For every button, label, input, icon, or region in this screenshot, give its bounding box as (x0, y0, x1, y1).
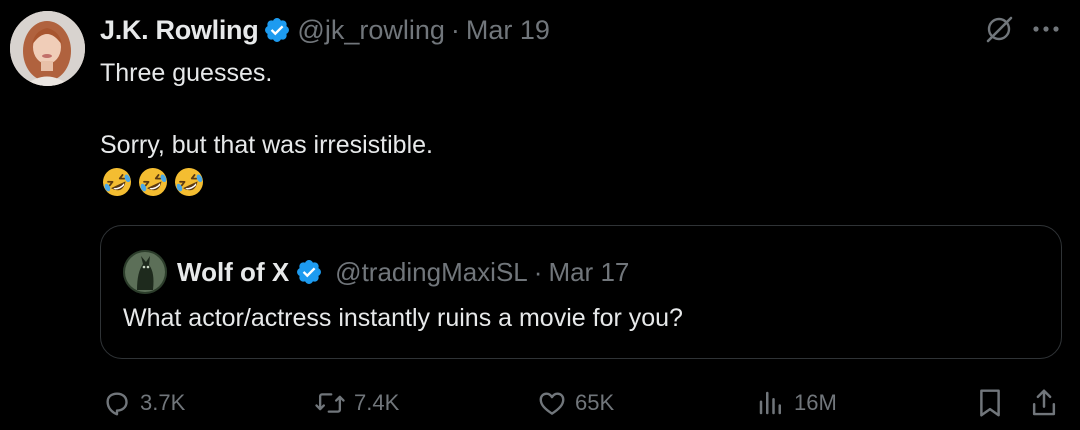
verified-badge-icon (297, 260, 322, 284)
tweet-text-line: Three guesses. (100, 59, 273, 87)
repost-button[interactable]: 7.4K (314, 387, 399, 419)
quoted-header-separator: · (533, 256, 543, 287)
reply-button[interactable]: 3.7K (102, 387, 185, 419)
quoted-tweet-date: Mar 17 (548, 256, 630, 287)
like-button[interactable]: 65K (537, 387, 614, 419)
like-count: 65K (575, 390, 615, 415)
heart-icon (539, 392, 565, 415)
bookmark-icon (980, 389, 1000, 417)
author-name[interactable]: J.K. Rowling (100, 15, 259, 46)
header-separator: · (450, 14, 460, 45)
tweet-top-actions (984, 14, 1060, 44)
views-count: 16M (794, 390, 837, 415)
repost-count: 7.4K (354, 390, 400, 415)
author-handle[interactable]: @jk_rowling (297, 15, 444, 46)
reply-count: 3.7K (140, 390, 186, 415)
quoted-avatar-image (123, 250, 167, 294)
reply-icon (106, 392, 128, 416)
tweet-header: J.K. Rowling @jk_rowling · Mar 19 (100, 12, 550, 48)
emoji-row (100, 165, 1000, 199)
more-icon[interactable] (1032, 24, 1060, 34)
tweet-text: Three guesses. Sorry, but that was irres… (100, 55, 1000, 199)
tweet-text-line: Sorry, but that was irresistible. (100, 131, 433, 159)
rolling-laughing-emoji (139, 168, 167, 196)
quoted-tweet[interactable]: Wolf of X @tradingMaxiSL · Mar 17 What a… (100, 225, 1062, 359)
verified-badge-icon[interactable] (263, 16, 291, 44)
repost-icon (315, 393, 345, 413)
views-button[interactable]: 16M (756, 387, 837, 419)
share-icon (1032, 389, 1056, 416)
quoted-author-avatar[interactable] (123, 250, 167, 294)
tweet[interactable]: J.K. Rowling @jk_rowling · Mar 19 Three … (0, 0, 1080, 430)
views-icon (759, 391, 781, 415)
bookmark-button[interactable] (975, 387, 1013, 419)
quoted-tweet-text: What actor/actress instantly ruins a mov… (123, 304, 683, 332)
quoted-author-handle: @tradingMaxiSL (335, 256, 528, 287)
rolling-laughing-emoji (103, 168, 131, 196)
quoted-tweet-header: Wolf of X @tradingMaxiSL · Mar 17 (123, 250, 629, 294)
avatar-image (10, 11, 85, 86)
grok-icon[interactable] (984, 14, 1014, 44)
rolling-laughing-emoji (175, 168, 203, 196)
author-avatar[interactable] (10, 11, 85, 86)
quoted-author-name: Wolf of X (177, 256, 290, 287)
tweet-date[interactable]: Mar 19 (466, 15, 550, 46)
share-button[interactable] (1029, 387, 1067, 419)
